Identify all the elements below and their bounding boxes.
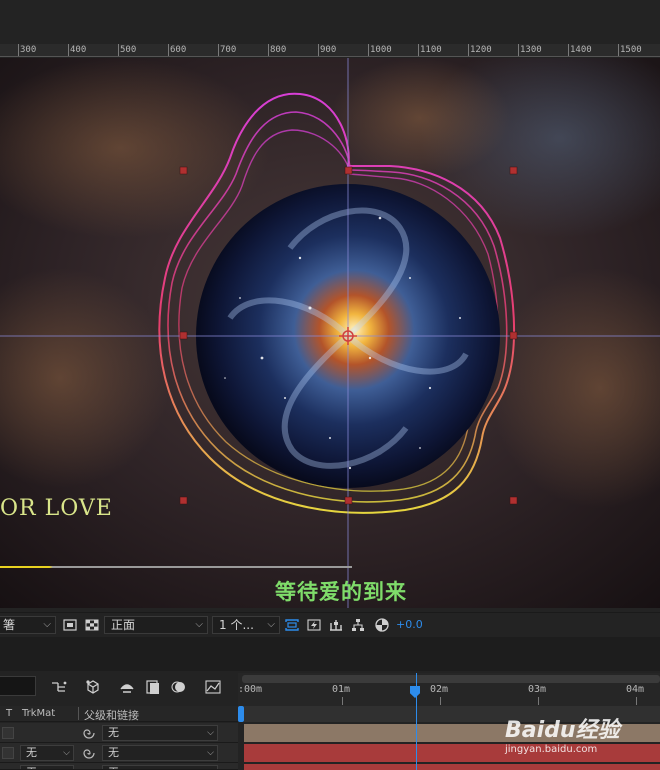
ruler-label: 900 (320, 45, 337, 55)
time-label: 01m (332, 684, 351, 695)
chevron-down-icon: ⌵ (267, 619, 275, 630)
flowchart-icon[interactable] (350, 617, 366, 633)
composition-canvas (0, 58, 660, 608)
views-count-select[interactable]: 1 个... ⌵ (212, 616, 280, 634)
ruler-label: 800 (270, 45, 287, 55)
trkmat-select-value: 无 (26, 766, 37, 769)
ruler-label: 700 (220, 45, 237, 55)
handle-left (179, 331, 188, 340)
column-t[interactable]: T (6, 708, 12, 719)
channel-select[interactable]: 箸 ⌵ (0, 616, 56, 634)
handle-bottom-left (179, 496, 188, 505)
trkmat-select-value: 无 (26, 746, 37, 759)
parent-select[interactable]: 无 ⌵ (102, 725, 218, 741)
trkmat-select[interactable]: 无 ⌵ (20, 745, 74, 761)
parent-select[interactable]: 无 (102, 765, 218, 769)
composition-viewer[interactable]: OR LOVE 等待爱的到来 (0, 58, 660, 608)
ruler-label: 500 (120, 45, 137, 55)
reset-exposure-icon[interactable] (374, 617, 390, 633)
region-of-interest-icon[interactable] (62, 617, 78, 633)
column-parent-link[interactable]: 父级和链接 (84, 707, 139, 723)
progress-bar (0, 566, 352, 568)
parent-select[interactable]: 无 ⌵ (102, 745, 218, 761)
horizontal-ruler[interactable]: 300 400 500 600 700 800 900 1000 1100 12… (0, 44, 660, 57)
ruler-label: 600 (170, 45, 187, 55)
parent-select-value: 无 (108, 766, 119, 769)
pick-whip-icon[interactable] (82, 746, 96, 760)
transparency-grid-icon[interactable] (84, 617, 100, 633)
chevron-down-icon: ⌵ (207, 728, 214, 738)
ruler-label: 1500 (620, 45, 642, 55)
handle-bottom-right (509, 496, 518, 505)
view-select-value: 正面 (111, 618, 136, 632)
ruler-label: 1000 (370, 45, 392, 55)
parent-select-value: 无 (108, 746, 119, 759)
layer-row[interactable]: 无 无 (0, 763, 238, 770)
panel-divider (0, 637, 660, 671)
trkmat-select[interactable]: 无 (20, 765, 74, 769)
handle-bottom (344, 496, 353, 505)
watermark-logo: Baidu经验 (505, 718, 620, 743)
current-time-indicator[interactable] (416, 673, 417, 770)
ruler-label: 1400 (570, 45, 592, 55)
parent-select-value: 无 (108, 726, 119, 739)
ruler-label: 300 (20, 45, 37, 55)
view-select[interactable]: 正面 ⌵ (104, 616, 208, 634)
layer-checkbox[interactable] (2, 747, 14, 759)
time-label: 03m (528, 684, 547, 695)
layer-row[interactable]: 无 ⌵ (0, 723, 238, 743)
composition-flowchart-icon[interactable] (50, 678, 68, 696)
time-ruler[interactable]: :00m 01m 02m 03m 04m (238, 673, 660, 707)
time-label: 02m (430, 684, 449, 695)
chevron-down-icon: ⌵ (195, 619, 203, 630)
frame-blending-icon[interactable] (144, 678, 162, 696)
playhead-handle[interactable] (410, 686, 420, 698)
chevron-down-icon: ⌵ (207, 748, 214, 758)
graph-editor-icon[interactable] (204, 678, 222, 696)
lyric-subtitle: 等待爱的到来 (275, 580, 407, 604)
exposure-value[interactable]: +0.0 (396, 618, 423, 631)
viewer-top-bar (0, 0, 660, 44)
work-area-bar[interactable] (242, 675, 660, 683)
shy-layers-icon[interactable] (118, 678, 136, 696)
motion-blur-icon[interactable] (170, 678, 188, 696)
handle-top (344, 166, 353, 175)
handle-right (509, 331, 518, 340)
handle-top-left (179, 166, 188, 175)
handle-top-right (509, 166, 518, 175)
column-trkmat[interactable]: TrkMat (22, 708, 55, 719)
toggle-pixel-aspect-icon[interactable] (284, 617, 300, 633)
views-count-value: 1 个... (219, 618, 254, 632)
fast-preview-icon[interactable] (306, 617, 322, 633)
time-label: 04m (626, 684, 645, 695)
draft-3d-icon[interactable] (84, 678, 102, 696)
layer-track-bar[interactable] (244, 764, 660, 770)
pick-whip-icon[interactable] (82, 726, 96, 740)
ruler-label: 1300 (520, 45, 542, 55)
layer-checkbox[interactable] (2, 727, 14, 739)
layer-search-input[interactable] (0, 676, 36, 696)
chevron-down-icon: ⌵ (63, 748, 70, 758)
viewer-toolbar: 箸 ⌵ 正面 ⌵ 1 个... ⌵ +0.0 (0, 612, 660, 636)
baidu-watermark: Baidu经验 jingyan.baidu.com (505, 712, 620, 755)
timeline-icon[interactable] (328, 617, 344, 633)
watermark-url: jingyan.baidu.com (505, 744, 598, 755)
ruler-label: 1200 (470, 45, 492, 55)
love-title-text: OR LOVE (0, 496, 113, 521)
time-label: :00m (238, 684, 263, 695)
ruler-label: 400 (70, 45, 87, 55)
timeline-columns-header: T TrkMat 父级和链接 (0, 706, 238, 722)
chevron-down-icon: ⌵ (43, 619, 51, 630)
layer-row[interactable]: 无 ⌵ 无 ⌵ (0, 743, 238, 763)
channel-select-value: 箸 (3, 618, 16, 632)
ruler-label: 1100 (420, 45, 442, 55)
